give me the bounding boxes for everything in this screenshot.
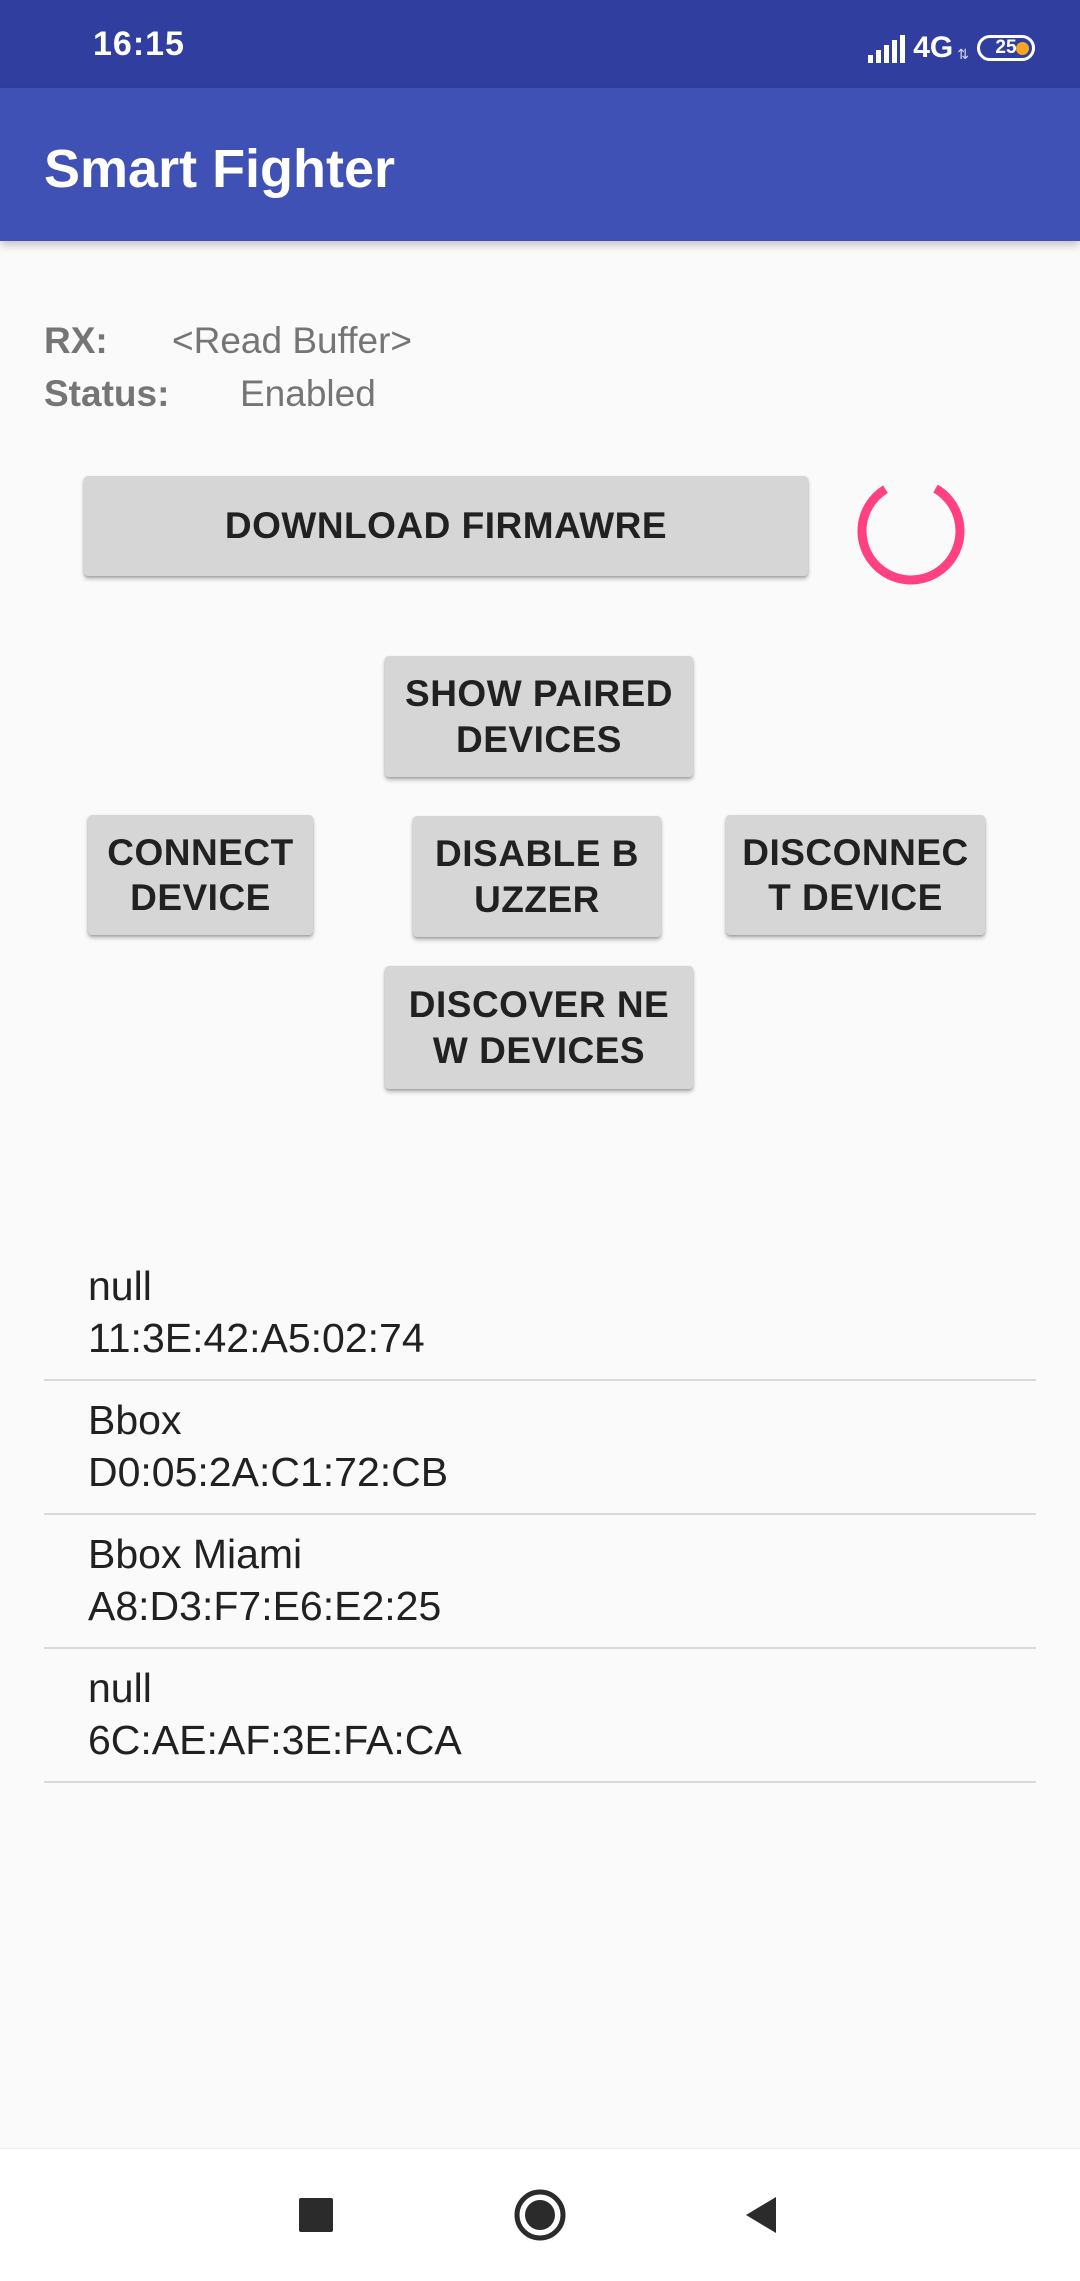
battery-level: 25 [995, 37, 1017, 58]
status-time: 16:15 [93, 25, 185, 63]
network-activity-icon: ⇅ [957, 45, 969, 62]
app-bar: Smart Fighter [0, 88, 1080, 241]
disconnect-device-button[interactable]: DISCONNEC T DEVICE [726, 815, 985, 935]
home-button[interactable] [480, 2149, 600, 2281]
app-title: Smart Fighter [44, 139, 396, 199]
back-button[interactable] [700, 2149, 820, 2281]
device-list: null 11:3E:42:A5:02:74 Bbox D0:05:2A:C1:… [44, 1247, 1036, 1783]
discover-new-devices-button[interactable]: DISCOVER NEW DEVICES [385, 966, 693, 1089]
show-paired-devices-button[interactable]: SHOW PAIRED DEVICES [385, 656, 693, 777]
rx-label: RX: [44, 320, 108, 361]
recents-square-icon [299, 2198, 333, 2232]
device-address: 11:3E:42:A5:02:74 [88, 1315, 425, 1361]
device-name: Bbox [88, 1397, 182, 1443]
device-name: null [88, 1665, 152, 1711]
device-name: Bbox Miami [88, 1531, 303, 1577]
network-type: 4G [913, 31, 954, 64]
disable-buzzer-button[interactable]: DISABLE BUZZER [413, 816, 661, 937]
device-address: A8:D3:F7:E6:E2:25 [88, 1583, 442, 1629]
status-icons: 4G ⇅ 25 [868, 28, 1035, 68]
device-address: 6C:AE:AF:3E:FA:CA [88, 1717, 462, 1763]
back-triangle-icon [746, 2197, 776, 2233]
battery-icon: 25 [977, 35, 1035, 61]
status-value: Enabled [240, 373, 376, 414]
rx-row: RX: <Read Buffer> [44, 320, 644, 366]
status-bar: 16:15 4G ⇅ 25 [0, 0, 1080, 88]
device-list-item[interactable]: Bbox Miami A8:D3:F7:E6:E2:25 [44, 1515, 1036, 1649]
download-firmware-button[interactable]: DOWNLOAD FIRMAWRE [84, 476, 808, 576]
device-list-item[interactable]: Bbox D0:05:2A:C1:72:CB [44, 1381, 1036, 1515]
status-row: Status: Enabled [44, 373, 644, 419]
home-circle-icon [514, 2189, 566, 2241]
signal-icon [868, 33, 906, 63]
connect-device-button[interactable]: CONNECT DEVICE [88, 815, 313, 935]
status-label: Status: [44, 373, 170, 414]
navigation-bar [0, 2148, 1080, 2281]
spinner-icon [857, 477, 965, 585]
rx-value: <Read Buffer> [172, 320, 412, 361]
recents-button[interactable] [256, 2149, 376, 2281]
device-list-item[interactable]: null 11:3E:42:A5:02:74 [44, 1247, 1036, 1381]
device-address: D0:05:2A:C1:72:CB [88, 1449, 449, 1495]
device-list-item[interactable]: null 6C:AE:AF:3E:FA:CA [44, 1649, 1036, 1783]
device-name: null [88, 1263, 152, 1309]
